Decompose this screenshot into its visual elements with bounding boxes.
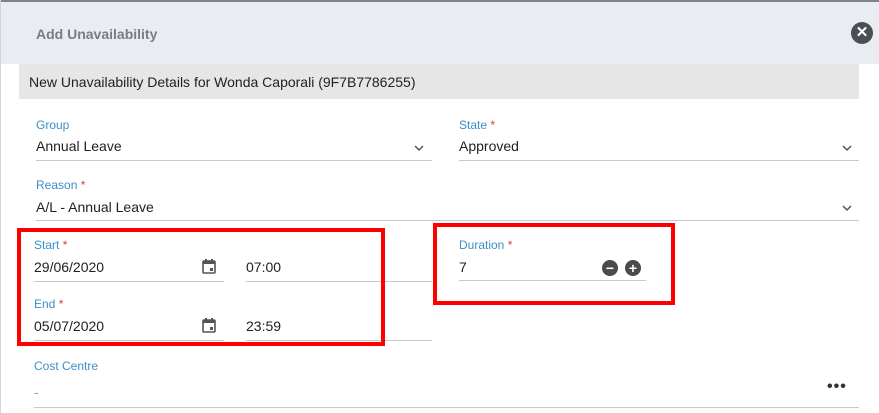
cost-centre-label: Cost Centre — [34, 359, 99, 373]
add-unavailability-dialog: Add Unavailability ✕ New Unavailability … — [0, 0, 879, 413]
start-end-highlight-box — [17, 228, 385, 346]
group-underline — [36, 160, 432, 161]
section-header: New Unavailability Details for Wonda Cap… — [19, 64, 859, 99]
reason-underline — [36, 220, 859, 221]
state-underline — [459, 160, 859, 161]
group-select[interactable]: Annual Leave — [36, 138, 122, 154]
cost-centre-underline — [34, 407, 859, 408]
duration-highlight-box — [433, 223, 675, 305]
dialog-title: Add Unavailability — [36, 26, 158, 42]
cost-centre-input[interactable]: - — [34, 384, 39, 400]
chevron-down-icon[interactable] — [842, 143, 852, 153]
section-header-text: New Unavailability Details for Wonda Cap… — [29, 74, 416, 90]
chevron-down-icon[interactable] — [414, 143, 424, 153]
chevron-down-icon[interactable] — [842, 203, 852, 213]
dialog-titlebar: Add Unavailability ✕ — [1, 0, 879, 64]
reason-label: Reason * — [36, 178, 86, 192]
reason-select[interactable]: A/L - Annual Leave — [36, 199, 154, 215]
close-icon[interactable]: ✕ — [851, 22, 873, 44]
state-select[interactable]: Approved — [459, 138, 519, 154]
more-icon[interactable]: ••• — [827, 378, 847, 396]
group-label: Group — [36, 118, 70, 132]
state-label: State * — [459, 118, 496, 132]
